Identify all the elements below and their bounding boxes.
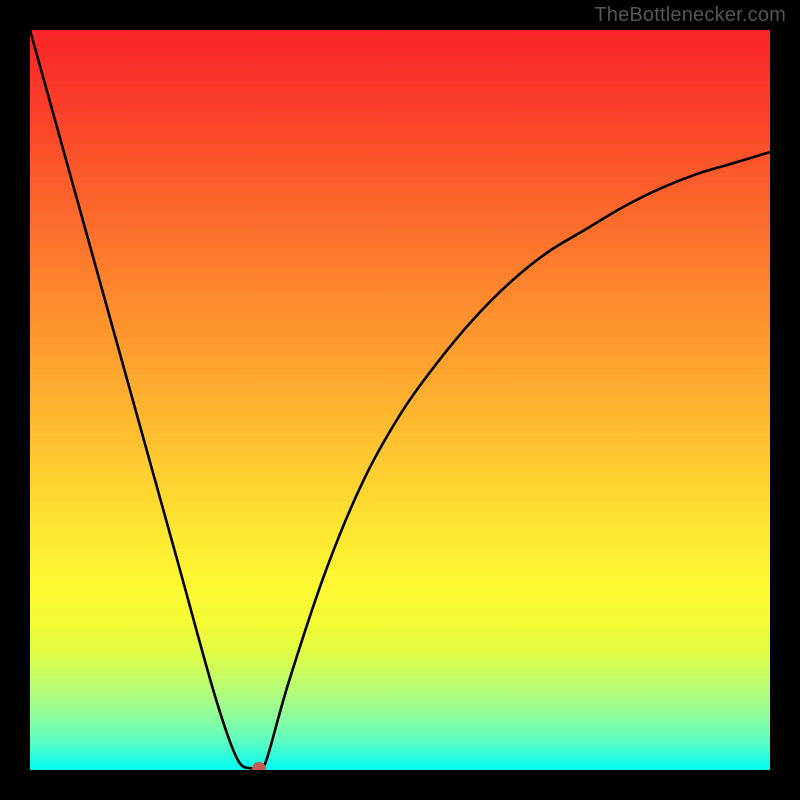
optimal-marker-icon — [252, 762, 266, 770]
plot-area — [30, 30, 770, 770]
chart-container: TheBottlenecker.com — [0, 0, 800, 800]
bottleneck-curve — [30, 30, 770, 770]
watermark-text: TheBottlenecker.com — [594, 4, 786, 27]
